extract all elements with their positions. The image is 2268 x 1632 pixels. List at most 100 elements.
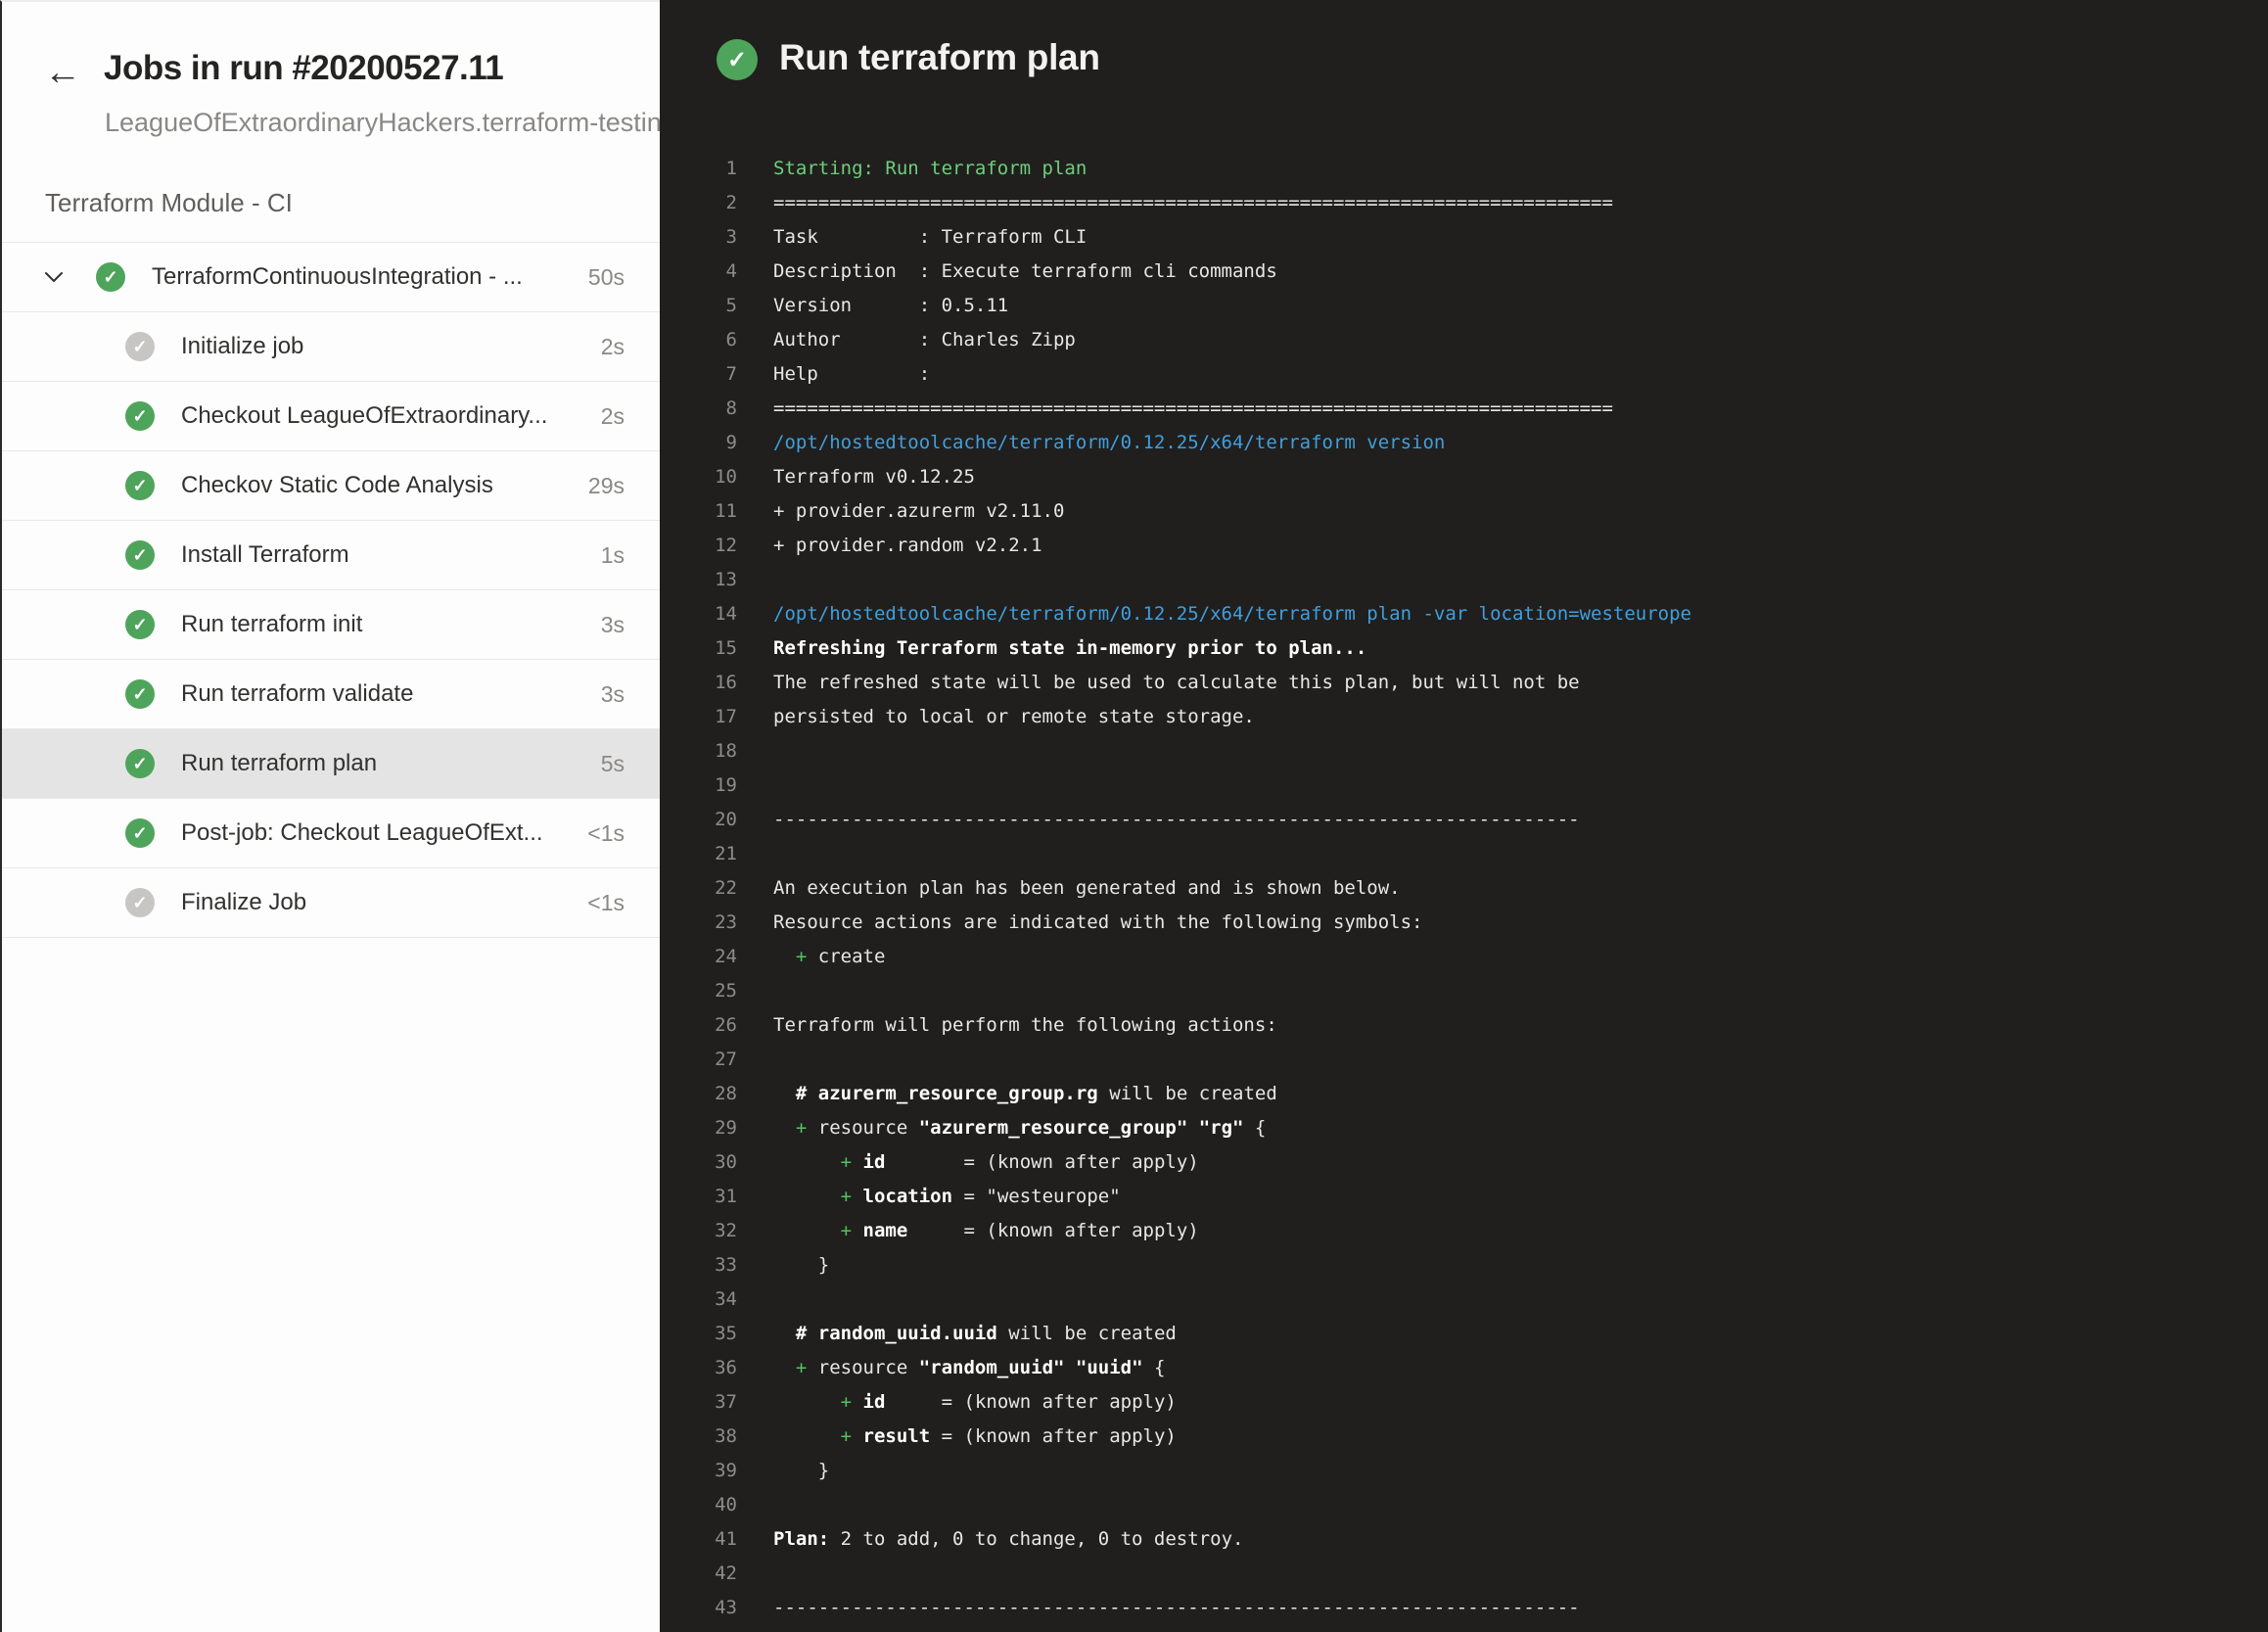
job-step-row[interactable]: ✓Run terraform init3s (2, 590, 660, 660)
log-line-text: ========================================… (737, 392, 1613, 426)
log-line-number[interactable]: 9 (660, 426, 737, 460)
step-duration: 1s (601, 542, 625, 569)
log-line-text: Description : Execute terraform cli comm… (737, 255, 1277, 289)
log-line-number[interactable]: 43 (660, 1591, 737, 1625)
log-line-number[interactable]: 21 (660, 837, 737, 871)
log-line-text (737, 837, 773, 871)
log-line-text: + create (737, 940, 885, 974)
log-line-text: } (737, 1248, 829, 1282)
log-step-title: Run terraform plan (779, 37, 1100, 78)
log-line-number[interactable]: 22 (660, 871, 737, 906)
log-line-text: + result = (known after apply) (737, 1420, 1177, 1454)
log-line-number[interactable]: 40 (660, 1488, 737, 1522)
log-line-text: Task : Terraform CLI (737, 220, 1087, 255)
log-line-number[interactable]: 28 (660, 1077, 737, 1111)
log-line-number[interactable]: 29 (660, 1111, 737, 1145)
log-line-number[interactable]: 32 (660, 1214, 737, 1248)
log-line-text: # azurerm_resource_group.rg will be crea… (737, 1077, 1277, 1111)
log-line-number[interactable]: 13 (660, 563, 737, 597)
log-line-text: Terraform will perform the following act… (737, 1008, 1277, 1043)
log-line-number[interactable]: 16 (660, 666, 737, 700)
log-line-number[interactable]: 3 (660, 220, 737, 255)
step-duration: <1s (587, 890, 625, 916)
job-step-row[interactable]: ✓Initialize job2s (2, 312, 660, 382)
log-line: 42 (660, 1557, 2268, 1591)
step-duration: 29s (588, 473, 625, 499)
log-line-number[interactable]: 39 (660, 1454, 737, 1488)
log-line-number[interactable]: 36 (660, 1351, 737, 1385)
job-step-row[interactable]: ✓Run terraform plan5s (2, 729, 660, 799)
job-step-row[interactable]: ✓Install Terraform1s (2, 521, 660, 590)
success-icon: ✓ (125, 818, 155, 848)
log-line: 10Terraform v0.12.25 (660, 460, 2268, 494)
log-line: 3Task : Terraform CLI (660, 220, 2268, 255)
neutral-check-icon: ✓ (125, 332, 155, 361)
log-line: 38 + result = (known after apply) (660, 1420, 2268, 1454)
job-step-row[interactable]: ✓Post-job: Checkout LeagueOfExt...<1s (2, 799, 660, 868)
job-step-row[interactable]: ✓Run terraform validate3s (2, 660, 660, 729)
log-line-number[interactable]: 1 (660, 152, 737, 186)
log-line-number[interactable]: 2 (660, 186, 737, 220)
log-line: 30 + id = (known after apply) (660, 1145, 2268, 1180)
log-line-text: Author : Charles Zipp (737, 323, 1076, 357)
log-line: 22An execution plan has been generated a… (660, 871, 2268, 906)
check-glyph: ✓ (103, 267, 117, 288)
job-step-row[interactable]: ✓Finalize Job<1s (2, 868, 660, 938)
step-label: Checkout LeagueOfExtraordinary... (181, 402, 601, 430)
log-line-text (737, 1557, 773, 1591)
log-line: 15Refreshing Terraform state in-memory p… (660, 631, 2268, 666)
step-duration: 5s (601, 751, 625, 777)
log-line-number[interactable]: 24 (660, 940, 737, 974)
log-line-number[interactable]: 17 (660, 700, 737, 734)
log-line-number[interactable]: 31 (660, 1180, 737, 1214)
log-line-number[interactable]: 23 (660, 906, 737, 940)
step-label: Initialize job (181, 333, 601, 360)
log-line-number[interactable]: 25 (660, 974, 737, 1008)
log-line-number[interactable]: 20 (660, 803, 737, 837)
log-line-text: ----------------------------------------… (737, 803, 1580, 837)
log-line-text (737, 769, 773, 803)
log-line: 19 (660, 769, 2268, 803)
job-row-parent[interactable]: ✓ TerraformContinuousIntegration - ... 5… (2, 243, 660, 312)
log-line-number[interactable]: 27 (660, 1043, 737, 1077)
log-line-text: persisted to local or remote state stora… (737, 700, 1255, 734)
log-line-number[interactable]: 35 (660, 1317, 737, 1351)
log-line: 7Help : (660, 357, 2268, 392)
step-label: Run terraform validate (181, 680, 601, 708)
log-line-number[interactable]: 12 (660, 529, 737, 563)
log-line: 1Starting: Run terraform plan (660, 152, 2268, 186)
log-line-number[interactable]: 11 (660, 494, 737, 529)
log-line: 24 + create (660, 940, 2268, 974)
log-line-number[interactable]: 37 (660, 1385, 737, 1420)
log-line-number[interactable]: 10 (660, 460, 737, 494)
log-line: 43--------------------------------------… (660, 1591, 2268, 1625)
chevron-down-icon[interactable] (43, 266, 65, 288)
log-line-number[interactable]: 19 (660, 769, 737, 803)
log-line-number[interactable]: 18 (660, 734, 737, 769)
log-line-text: + provider.random v2.2.1 (737, 529, 1042, 563)
log-line-number[interactable]: 33 (660, 1248, 737, 1282)
neutral-check-icon: ✓ (125, 888, 155, 917)
log-line-number[interactable]: 5 (660, 289, 737, 323)
log-line-number[interactable]: 41 (660, 1522, 737, 1557)
success-icon: ✓ (96, 262, 125, 292)
log-line-number[interactable]: 7 (660, 357, 737, 392)
job-step-row[interactable]: ✓Checkout LeagueOfExtraordinary...2s (2, 382, 660, 451)
log-line-number[interactable]: 38 (660, 1420, 737, 1454)
log-line-text: } (737, 1454, 829, 1488)
log-line-number[interactable]: 26 (660, 1008, 737, 1043)
log-line-number[interactable]: 14 (660, 597, 737, 631)
back-button[interactable]: ← (41, 53, 84, 92)
log-line-number[interactable]: 34 (660, 1282, 737, 1317)
log-line-number[interactable]: 30 (660, 1145, 737, 1180)
log-line: 36 + resource "random_uuid" "uuid" { (660, 1351, 2268, 1385)
log-line: 35 # random_uuid.uuid will be created (660, 1317, 2268, 1351)
log-line: 34 (660, 1282, 2268, 1317)
log-line-number[interactable]: 4 (660, 255, 737, 289)
log-line-number[interactable]: 15 (660, 631, 737, 666)
job-step-row[interactable]: ✓Checkov Static Code Analysis29s (2, 451, 660, 521)
log-line-number[interactable]: 6 (660, 323, 737, 357)
log-line-number[interactable]: 8 (660, 392, 737, 426)
success-icon: ✓ (717, 39, 758, 80)
log-line-number[interactable]: 42 (660, 1557, 737, 1591)
